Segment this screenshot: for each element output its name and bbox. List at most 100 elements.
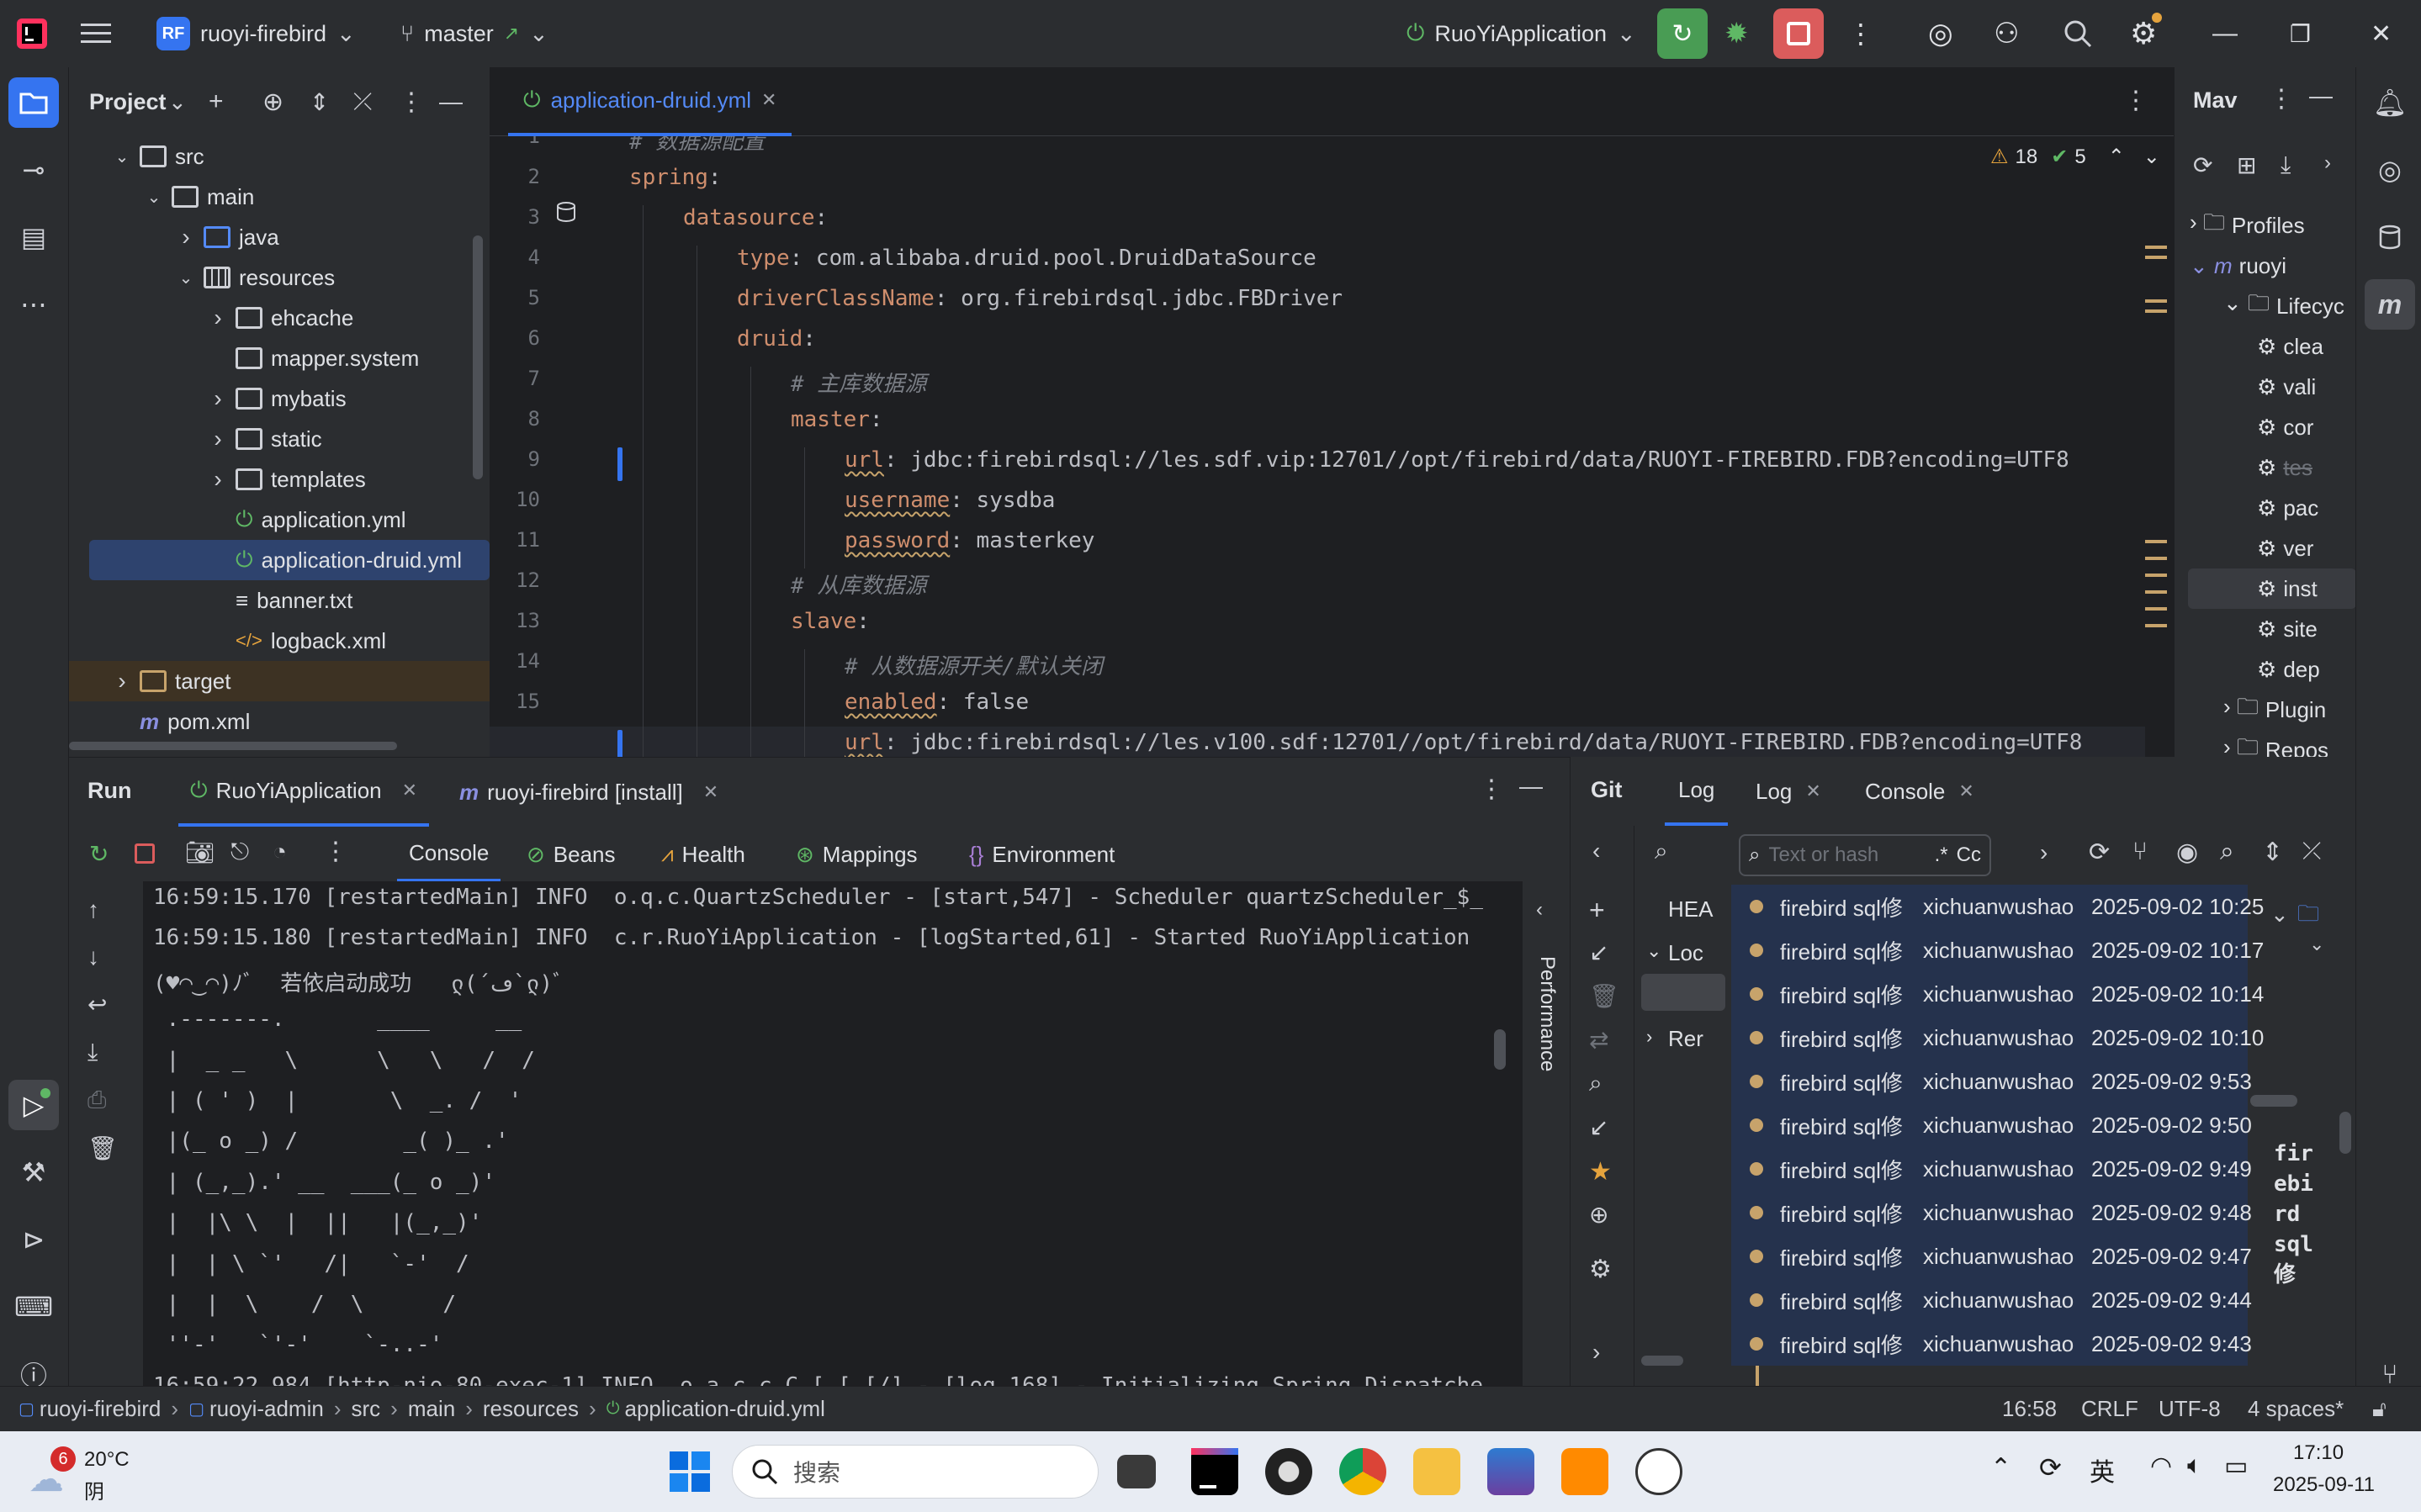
app-icon[interactable]	[1635, 1448, 1682, 1495]
tree-item[interactable]: › ehcache	[209, 298, 353, 338]
project-switcher[interactable]: RF ruoyi-firebird ⌄	[156, 17, 356, 50]
chevron-right-icon[interactable]: ›	[2324, 151, 2331, 175]
database-tool-icon[interactable]	[2365, 212, 2415, 262]
tree-item[interactable]: mapper.system	[209, 338, 419, 378]
chevron-right-icon[interactable]: ›	[1646, 1026, 1652, 1048]
regex-toggle[interactable]: .*	[1935, 843, 1948, 867]
chevron-right-icon[interactable]: ›	[209, 466, 227, 493]
code-editor[interactable]: 1234567891011121314151617 # 数据源配置spring:…	[490, 136, 2174, 757]
console-scrollbar[interactable]	[1494, 1029, 1506, 1070]
indent-setting[interactable]: 4 spaces*	[2248, 1396, 2344, 1422]
commit-row[interactable]: firebird sql修 xichuanwushao 2025-09-02 9:5…	[1731, 1103, 2252, 1147]
chevron-right-icon[interactable]: ›	[113, 668, 131, 695]
maven-tree-item[interactable]: › 🗀︎ Plugin	[2223, 690, 2326, 730]
tree-item[interactable]: m pom.xml	[113, 701, 250, 742]
hide-panel-icon[interactable]: —	[1519, 773, 1543, 800]
add-maven-project-icon[interactable]: ⊞	[2237, 151, 2256, 179]
download-icon[interactable]: ⤓	[2281, 151, 2291, 179]
camera-icon[interactable]: 📷︎	[185, 838, 215, 866]
commit-row[interactable]: firebird sql修 xichuanwushao 2025-09-02 10:…	[1731, 928, 2264, 972]
stripe-marker[interactable]	[2145, 256, 2167, 259]
gauge-icon[interactable]: ◔	[273, 838, 287, 865]
delete-icon[interactable]: 🗑︎	[1589, 982, 1619, 1010]
add-icon[interactable]: +	[1589, 895, 1605, 926]
ai-chat-icon[interactable]: ◎	[2365, 145, 2415, 195]
close-tab-icon[interactable]: ✕	[703, 781, 718, 803]
wifi-icon[interactable]: ◠	[2150, 1451, 2172, 1481]
expand-icon[interactable]: ⇕	[2262, 838, 2283, 867]
collapse-icon[interactable]: ⤫	[2302, 838, 2321, 865]
run-tab-install[interactable]: m ruoyi-firebird [install] ✕	[448, 758, 730, 827]
run-subtab[interactable]: Console	[397, 827, 501, 882]
match-case-toggle[interactable]: Cc	[1957, 843, 1981, 867]
close-tab-icon[interactable]: ✕	[761, 89, 776, 111]
commit-row[interactable]: firebird sql修 xichuanwushao 2025-09-02 9:4…	[1731, 1234, 2252, 1278]
more-options-icon[interactable]: ⋮	[2269, 84, 2294, 114]
soft-wrap-icon[interactable]: ↩	[87, 991, 118, 1018]
git-tab-console[interactable]: Console ✕	[1852, 757, 1988, 826]
restore-window-icon[interactable]: ❐	[2290, 20, 2311, 48]
run-subtab[interactable]: ⊛ Mappings	[784, 827, 930, 882]
details-scrollbar[interactable]	[2250, 1095, 2297, 1107]
fetch-arrow-icon[interactable]: ↙	[1589, 938, 1608, 966]
stripe-marker[interactable]	[2145, 309, 2167, 313]
notifications-bell-icon[interactable]: 🔔︎	[2365, 77, 2415, 128]
breadcrumb-item[interactable]: ⏻ application-druid.yml	[607, 1396, 825, 1422]
favorite-star-icon[interactable]: ★	[1589, 1157, 1612, 1187]
tree-item[interactable]: ⏻ application.yml	[209, 500, 406, 540]
console-output[interactable]: 16:59:15.170 [restartedMain] INFO o.q.c.…	[143, 881, 1523, 1386]
obs-icon[interactable]	[1265, 1448, 1312, 1495]
sync-icon[interactable]: ⟳	[2039, 1451, 2062, 1483]
performance-tab[interactable]: Performance	[1535, 956, 1559, 1071]
run-tool-icon[interactable]: ▷	[8, 1080, 59, 1130]
chevron-down-icon[interactable]: ⌄	[177, 267, 195, 288]
folder-icon[interactable]: 🗀︎	[2297, 898, 2319, 935]
collapse-all-icon[interactable]: ⤫	[353, 88, 372, 116]
tree-item[interactable]: ⌄ resources	[177, 257, 336, 298]
ai-assistant-icon[interactable]: ◎	[1928, 17, 1953, 50]
maven-tree-item[interactable]: ⌄ 🗀︎ Lifecyc	[2223, 286, 2344, 326]
settings-gear-icon[interactable]: ⚙	[1589, 1255, 1612, 1284]
search-icon[interactable]: ⌕	[1589, 1070, 1603, 1097]
sublime-text-icon[interactable]	[1561, 1448, 1608, 1495]
terminal-tool-icon[interactable]: ⌨	[8, 1282, 59, 1332]
tree-item[interactable]: › target	[69, 661, 490, 701]
git-tab-log[interactable]: Log	[1665, 757, 1729, 826]
file-explorer-icon[interactable]	[1413, 1448, 1460, 1495]
database-gutter-icon[interactable]	[555, 200, 580, 225]
task-view-icon[interactable]	[1117, 1455, 1156, 1488]
tree-item[interactable]: </> logback.xml	[209, 621, 386, 661]
run-tab-ruoyi-application[interactable]: ⏻ RuoYiApplication ✕	[178, 758, 430, 827]
rerun-button[interactable]: ↻	[1657, 8, 1708, 59]
add-user-icon[interactable]: ⚇	[1994, 17, 2019, 50]
eye-icon[interactable]: ◉	[2176, 838, 2198, 867]
locate-crosshair-icon[interactable]: ⊕	[262, 87, 283, 117]
stop-button[interactable]	[1773, 8, 1824, 59]
print-icon[interactable]: ⎙	[87, 1086, 118, 1114]
hide-panel-icon[interactable]: —	[2309, 82, 2333, 109]
chevron-down-icon[interactable]: ⌄	[2309, 933, 2324, 955]
maven-tree-item[interactable]: ⚙ ver	[2257, 528, 2313, 568]
branch-switcher[interactable]: ⑂ master ↗ ⌄	[400, 21, 548, 47]
git-search-box[interactable]: ⌕ Text or hash .* Cc	[1739, 834, 1991, 876]
chevron-right-icon[interactable]: ›	[209, 426, 227, 452]
windows-start-icon[interactable]	[668, 1450, 712, 1493]
stop-icon[interactable]	[135, 843, 155, 864]
build-hammer-icon[interactable]: ⚒	[8, 1147, 59, 1197]
commit-row[interactable]: firebird sql修 xichuanwushao 2025-09-02 10:…	[1731, 1016, 2264, 1060]
search-icon[interactable]: ⌕	[2220, 838, 2234, 866]
clear-trash-icon[interactable]: 🗑︎	[87, 1134, 118, 1162]
maven-panel-title[interactable]: Mav	[2193, 87, 2238, 114]
run-subtab[interactable]: ⩘ Health	[649, 827, 757, 882]
expand-all-icon[interactable]: ⇕	[310, 88, 329, 116]
search-icon[interactable]: ⌕	[1655, 838, 1668, 865]
commit-row[interactable]: firebird sql修 xichuanwushao 2025-09-02 9:4…	[1731, 1278, 2252, 1322]
commit-row[interactable]: firebird sql修 xichuanwushao 2025-09-02 9:4…	[1731, 1191, 2252, 1234]
chevron-left-icon[interactable]: ‹	[1592, 838, 1600, 864]
breadcrumb-item[interactable]: ▢ ruoyi-admin	[188, 1396, 324, 1422]
chevron-right-icon[interactable]: ›	[2040, 839, 2048, 866]
file-encoding[interactable]: UTF-8	[2159, 1396, 2221, 1422]
maven-tree-item[interactable]: ⚙ inst	[2188, 568, 2355, 609]
volume-icon[interactable]: 🔈︎	[2187, 1451, 2202, 1480]
maven-tree-item[interactable]: ⚙ site	[2257, 609, 2318, 649]
